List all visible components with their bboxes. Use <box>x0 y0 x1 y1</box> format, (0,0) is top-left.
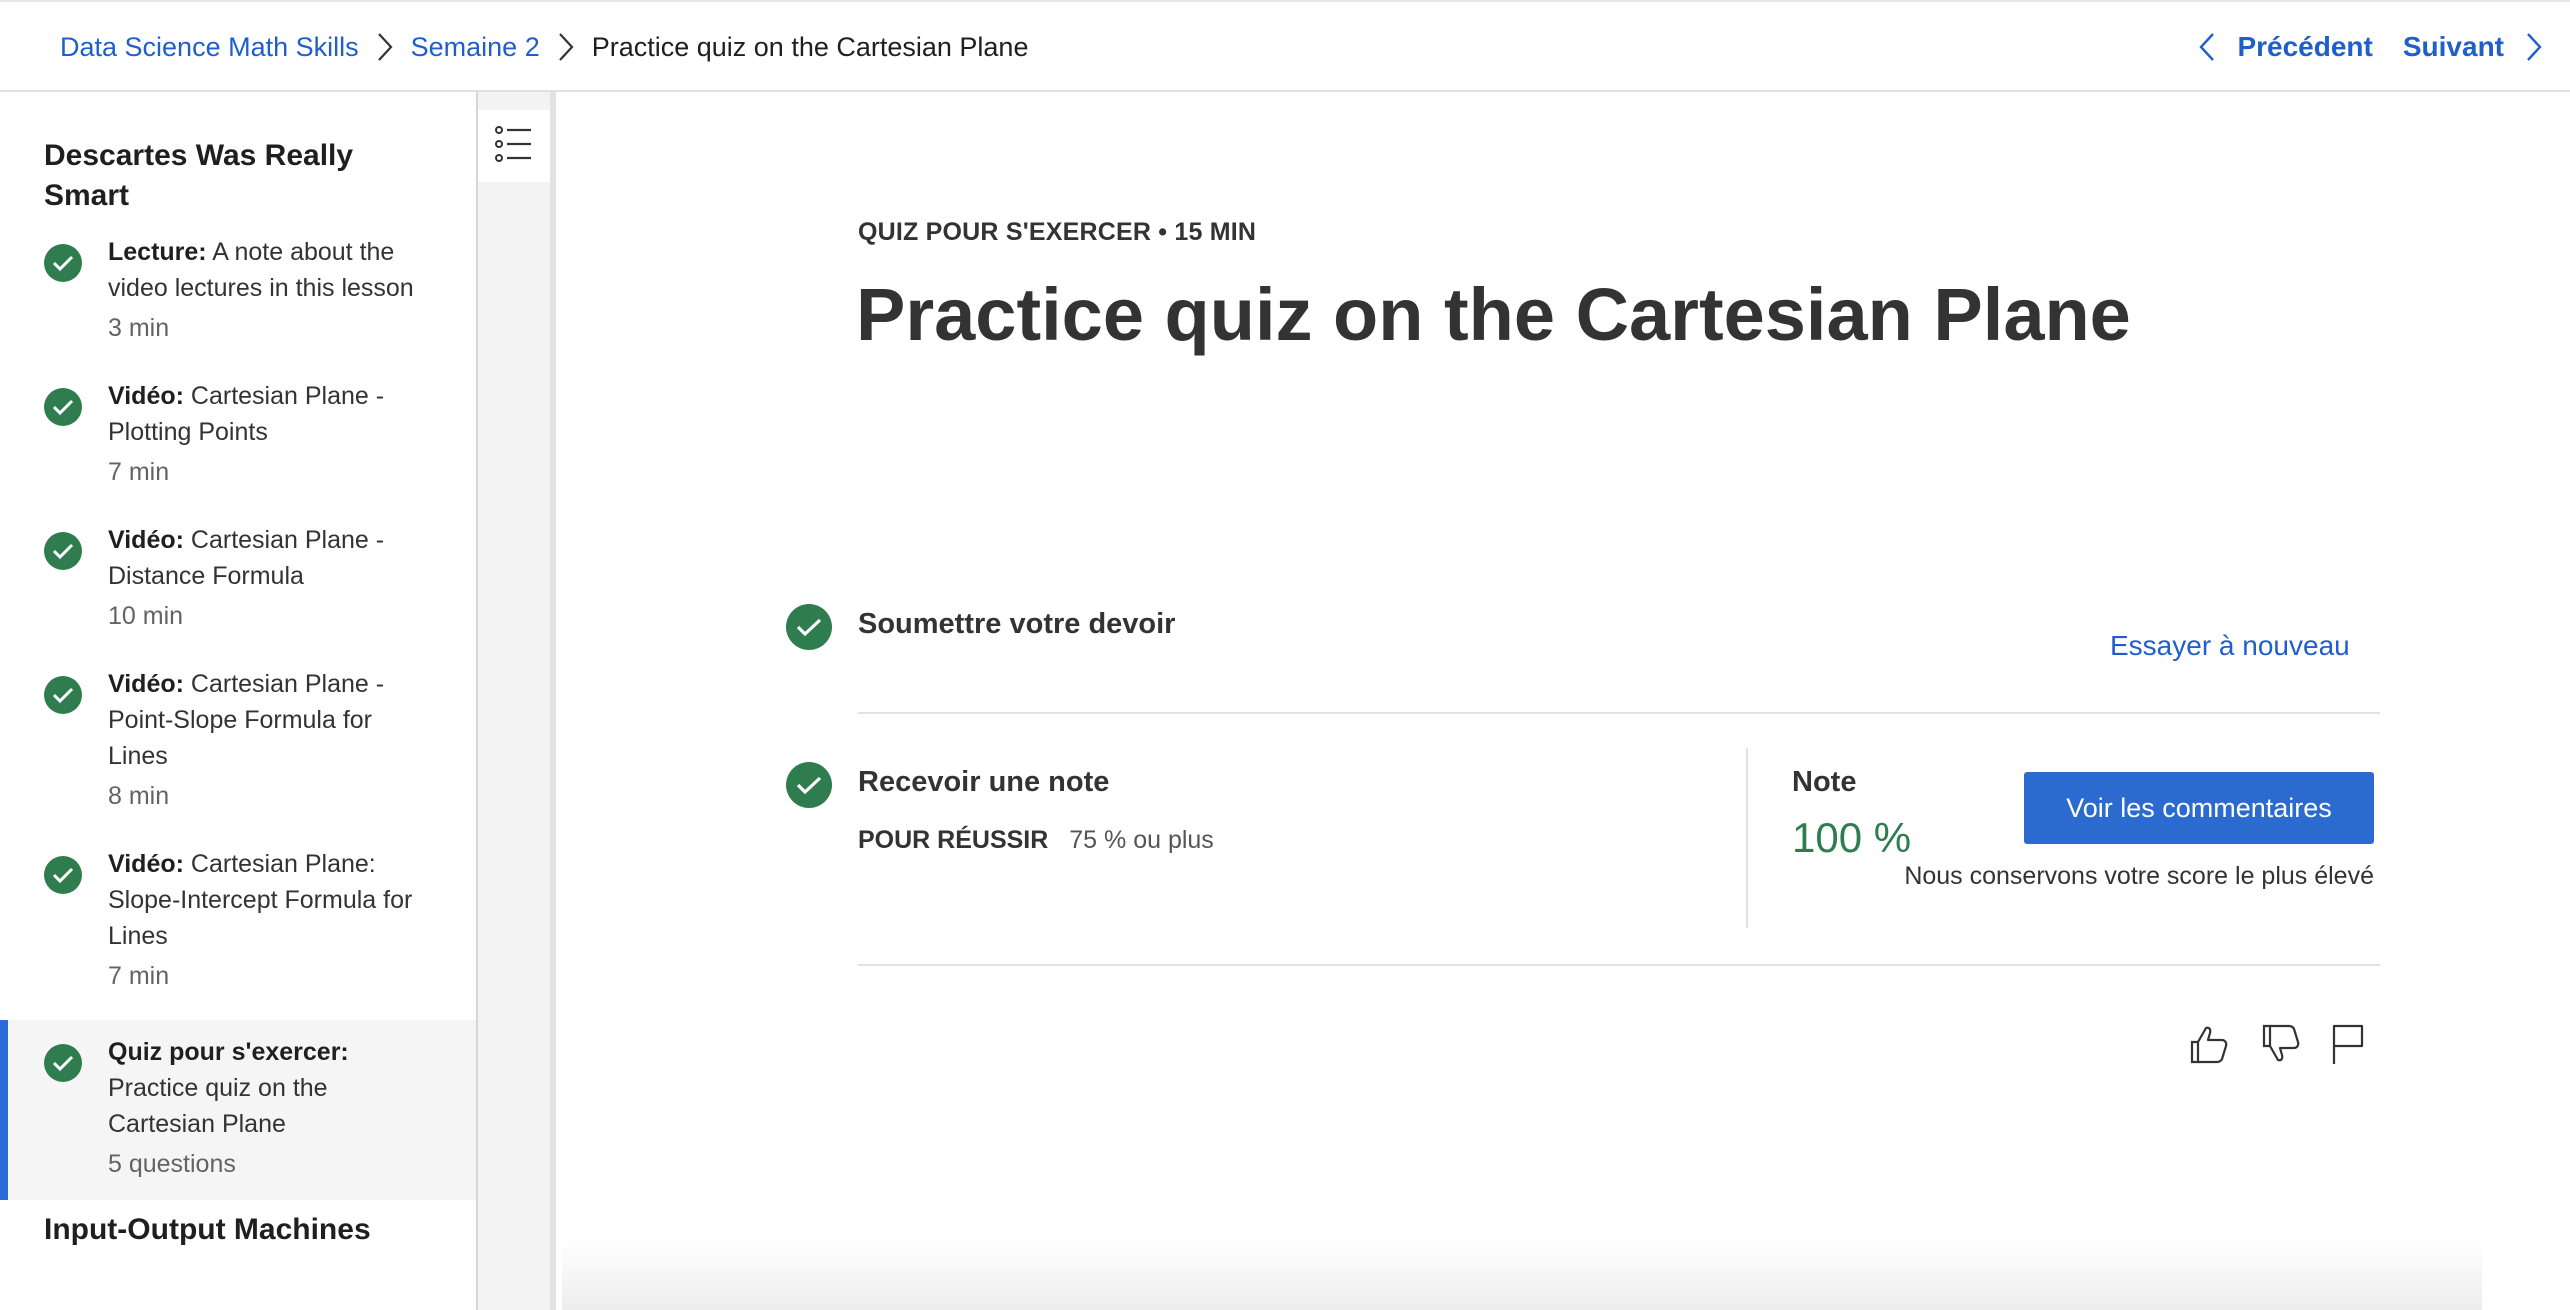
submit-step-label: Soumettre votre devoir <box>858 608 1176 640</box>
pass-value: 75 % ou plus <box>1069 826 1214 854</box>
pass-label: POUR RÉUSSIR <box>858 826 1049 854</box>
sidebar-item-video[interactable]: Vidéo: Cartesian Plane - Distance Formul… <box>0 520 476 660</box>
highest-score-note: Nous conservons votre score le plus élev… <box>1904 862 2374 890</box>
item-type: Lecture: <box>108 238 207 266</box>
item-type: Vidéo: <box>108 526 184 554</box>
grade-label: Note <box>1792 766 1857 798</box>
item-duration: 8 min <box>108 782 170 810</box>
chevron-right-icon <box>558 32 574 62</box>
item-duration: 3 min <box>108 314 170 342</box>
item-type: Vidéo: <box>108 382 184 410</box>
sidebar-item-video[interactable]: Vidéo: Cartesian Plane - Point-Slope For… <box>0 664 476 840</box>
checkmark-icon <box>44 856 82 894</box>
item-navigation: Précédent Suivant <box>2199 2 2542 92</box>
divider <box>858 964 2380 966</box>
thumbs-up-icon[interactable] <box>2186 1022 2230 1071</box>
chevron-right-icon <box>2526 32 2542 62</box>
previous-button[interactable]: Précédent <box>2199 31 2373 63</box>
module-title: Descartes Was Really Smart <box>44 139 354 212</box>
course-outline-sidebar: Descartes Was Really Smart Lecture: A no… <box>0 92 478 1310</box>
grade-value: 100 % <box>1792 814 1912 861</box>
view-feedback-button[interactable]: Voir les commentaires <box>2024 772 2374 844</box>
sidebar-item-text: Quiz pour s'exercer: Practice quiz on th… <box>108 1034 438 1182</box>
checkmark-icon <box>44 244 82 282</box>
pass-requirement: POUR RÉUSSIR 75 % ou plus <box>858 826 1214 855</box>
sidebar-item-text: Vidéo: Cartesian Plane - Point-Slope For… <box>108 666 438 814</box>
checkmark-icon <box>44 1044 82 1082</box>
thumbs-down-icon[interactable] <box>2258 1022 2302 1071</box>
main-content: QUIZ POUR S'EXERCER • 15 MIN Practice qu… <box>562 92 2570 1310</box>
sidebar-item-text: Lecture: A note about the video lectures… <box>108 234 438 346</box>
previous-label: Précédent <box>2237 31 2373 62</box>
page-title: Practice quiz on the Cartesian Plane <box>856 273 2131 356</box>
sidebar-item-video[interactable]: Vidéo: Cartesian Plane: Slope-Intercept … <box>0 844 476 1020</box>
item-duration: 7 min <box>108 458 170 486</box>
item-type: Vidéo: <box>108 670 184 698</box>
checkmark-icon <box>786 604 832 650</box>
checkmark-icon <box>786 762 832 808</box>
sidebar-item-lecture[interactable]: Lecture: A note about the video lectures… <box>0 232 476 372</box>
checkmark-icon <box>44 388 82 426</box>
sidebar-toggle-strip <box>478 92 556 1310</box>
top-bar: Data Science Math Skills Semaine 2 Pract… <box>0 0 2570 92</box>
next-label: Suivant <box>2402 31 2504 62</box>
sidebar-item-text: Vidéo: Cartesian Plane: Slope-Intercept … <box>108 846 438 994</box>
item-type: Quiz pour s'exercer: <box>108 1038 349 1066</box>
grade-step-label: Recevoir une note <box>858 766 1110 798</box>
rating-actions <box>2186 1022 2366 1071</box>
list-icon <box>495 125 533 167</box>
checkmark-icon <box>44 676 82 714</box>
breadcrumb-course-link[interactable]: Data Science Math Skills <box>60 32 359 63</box>
item-duration: 7 min <box>108 962 170 990</box>
chevron-right-icon <box>377 32 393 62</box>
breadcrumb-week-link[interactable]: Semaine 2 <box>411 32 540 63</box>
sidebar-item-text: Vidéo: Cartesian Plane - Distance Formul… <box>108 522 438 634</box>
divider <box>858 712 2380 714</box>
item-kicker: QUIZ POUR S'EXERCER • 15 MIN <box>858 218 1257 246</box>
sidebar-item-text: Vidéo: Cartesian Plane - Plotting Points… <box>108 378 438 490</box>
chevron-left-icon <box>2199 32 2215 62</box>
vertical-divider <box>1746 748 1748 928</box>
breadcrumb-current: Practice quiz on the Cartesian Plane <box>591 31 1029 62</box>
breadcrumb: Data Science Math Skills Semaine 2 Pract… <box>60 2 1028 92</box>
toggle-outline-button[interactable] <box>478 110 550 182</box>
sidebar-item-video[interactable]: Vidéo: Cartesian Plane - Plotting Points… <box>0 376 476 516</box>
sidebar-item-quiz-active[interactable]: Quiz pour s'exercer: Practice quiz on th… <box>0 1020 476 1200</box>
retry-link[interactable]: Essayer à nouveau <box>2110 630 2350 662</box>
checkmark-icon <box>44 532 82 570</box>
bottom-shadow <box>562 1240 2482 1310</box>
item-duration: 10 min <box>108 602 184 630</box>
next-module-title[interactable]: Input-Output Machines <box>44 1210 444 1250</box>
item-title: Practice quiz on the Cartesian Plane <box>108 1074 328 1138</box>
item-duration: 5 questions <box>108 1150 236 1178</box>
next-button[interactable]: Suivant <box>2403 31 2542 63</box>
item-type: Vidéo: <box>108 850 184 878</box>
flag-icon[interactable] <box>2330 1022 2366 1071</box>
